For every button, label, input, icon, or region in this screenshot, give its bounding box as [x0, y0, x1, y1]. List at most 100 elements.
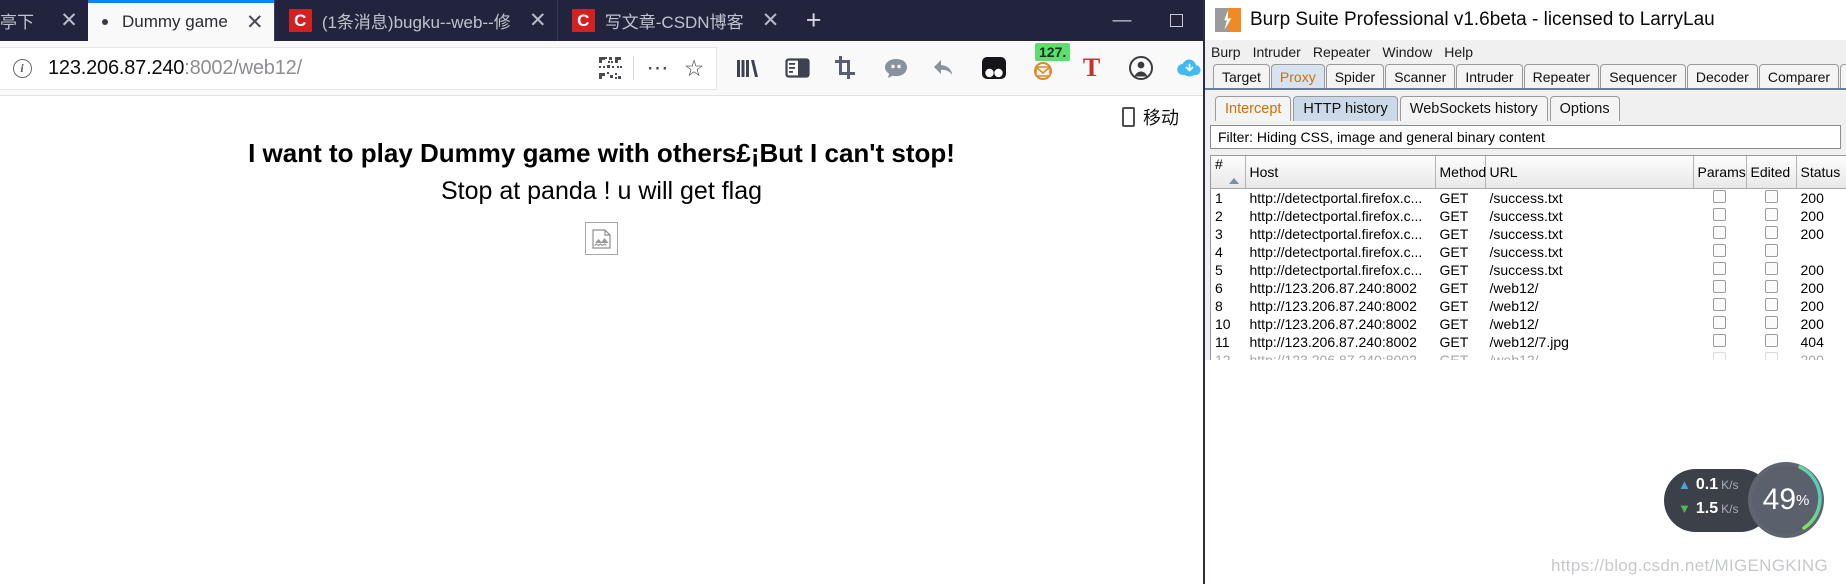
table-row[interactable]: 10 http://123.206.87.240:8002 GET /web12…: [1211, 315, 1846, 333]
cell-params[interactable]: [1693, 225, 1746, 243]
table-row[interactable]: 1 http://detectportal.firefox.c... GET /…: [1211, 189, 1846, 207]
menu-item-intruder[interactable]: Intruder: [1253, 44, 1301, 60]
filter-bar[interactable]: Filter: Hiding CSS, image and general bi…: [1210, 125, 1841, 149]
tab-scanner[interactable]: Scanner: [1385, 64, 1456, 88]
checkbox-unchecked-icon[interactable]: [1764, 207, 1778, 221]
cell-params[interactable]: [1693, 261, 1746, 279]
text-tool-icon[interactable]: T: [1078, 55, 1105, 82]
tab-comparer[interactable]: Comparer: [1758, 64, 1840, 88]
table-row[interactable]: 6 http://123.206.87.240:8002 GET /web12/…: [1211, 279, 1846, 297]
undo-arrow-icon[interactable]: [931, 55, 958, 82]
menu-item-repeater[interactable]: Repeater: [1313, 44, 1371, 60]
checkbox-unchecked-icon[interactable]: [1764, 333, 1778, 347]
column-header-url[interactable]: URL: [1485, 156, 1694, 189]
cell-params[interactable]: [1693, 243, 1746, 261]
checkbox-unchecked-icon[interactable]: [1764, 297, 1778, 311]
cell-params[interactable]: [1693, 279, 1746, 297]
column-header-host[interactable]: Host: [1245, 156, 1436, 189]
checkbox-unchecked-icon[interactable]: [1713, 279, 1726, 293]
close-icon[interactable]: ✕: [56, 8, 82, 34]
broken-image-placeholder[interactable]: [585, 222, 618, 255]
chat-bubble-icon[interactable]: [882, 55, 909, 82]
cell-edited[interactable]: [1746, 315, 1796, 333]
screenshot-crop-icon[interactable]: [833, 55, 860, 82]
cell-edited[interactable]: [1746, 297, 1796, 315]
cell-params[interactable]: [1693, 297, 1746, 315]
checkbox-unchecked-icon[interactable]: [1713, 333, 1726, 347]
bookmark-star-icon[interactable]: ☆: [680, 55, 708, 82]
tab-intruder[interactable]: Intruder: [1456, 64, 1523, 88]
subtab-websockets-history[interactable]: WebSockets history: [1399, 96, 1548, 121]
page-info-icon[interactable]: i: [10, 56, 34, 80]
checkbox-unchecked-icon[interactable]: [1713, 315, 1726, 329]
cpu-usage-dial[interactable]: 49 %: [1748, 462, 1824, 538]
column-header-method[interactable]: Method: [1435, 156, 1486, 189]
tab-sequencer[interactable]: Sequencer: [1600, 64, 1686, 88]
cell-params[interactable]: [1693, 207, 1746, 225]
menu-item-burp[interactable]: Burp: [1211, 44, 1241, 60]
column-header-status[interactable]: Status: [1796, 156, 1846, 189]
table-row[interactable]: 4 http://detectportal.firefox.c... GET /…: [1211, 243, 1846, 261]
tab-target[interactable]: Target: [1213, 64, 1270, 88]
cell-edited[interactable]: [1746, 243, 1796, 261]
table-row[interactable]: 3 http://detectportal.firefox.c... GET /…: [1211, 225, 1846, 243]
library-icon[interactable]: [735, 55, 762, 82]
checkbox-unchecked-icon[interactable]: [1713, 243, 1726, 257]
minimize-button[interactable]: —: [1095, 0, 1149, 41]
checkbox-unchecked-icon[interactable]: [1764, 225, 1778, 239]
tab-extender[interactable]: Extender: [1840, 64, 1846, 88]
checkbox-unchecked-icon[interactable]: [1764, 243, 1778, 257]
subtab-intercept[interactable]: Intercept: [1215, 96, 1292, 121]
checkbox-unchecked-icon[interactable]: [1713, 225, 1726, 239]
cell-params[interactable]: [1693, 315, 1746, 333]
column-header-num[interactable]: #: [1211, 156, 1246, 189]
menu-item-window[interactable]: Window: [1382, 44, 1432, 60]
checkbox-unchecked-icon[interactable]: [1764, 189, 1778, 203]
browser-tab-1[interactable]: Dummy game ✕: [88, 0, 274, 41]
browser-tab-0[interactable]: 亭下: [0, 0, 42, 41]
mobile-view-indicator[interactable]: 移动: [1122, 104, 1179, 130]
cell-edited[interactable]: [1746, 279, 1796, 297]
cell-edited[interactable]: [1746, 207, 1796, 225]
mail-notifier-icon[interactable]: 127.: [1029, 42, 1071, 82]
tab-spider[interactable]: Spider: [1325, 64, 1385, 88]
cell-params[interactable]: [1693, 333, 1746, 351]
close-icon[interactable]: ✕: [525, 8, 551, 34]
cell-edited[interactable]: [1746, 225, 1796, 243]
table-row[interactable]: 5 http://detectportal.firefox.c... GET /…: [1211, 261, 1846, 279]
checkbox-unchecked-icon[interactable]: [1764, 315, 1778, 329]
checkbox-unchecked-icon[interactable]: [1713, 297, 1726, 311]
checkbox-unchecked-icon[interactable]: [1713, 207, 1726, 221]
tab-proxy[interactable]: Proxy: [1270, 64, 1325, 88]
browser-tab-2[interactable]: C (1条消息)bugku--web--修 ✕: [273, 0, 557, 41]
qr-code-icon[interactable]: [597, 55, 623, 81]
browser-tab-3[interactable]: C 写文章-CSDN博客 ✕: [556, 0, 790, 41]
checkbox-unchecked-icon[interactable]: [1713, 189, 1726, 203]
table-row[interactable]: 2 http://detectportal.firefox.c... GET /…: [1211, 207, 1846, 225]
subtab-http-history[interactable]: HTTP history: [1293, 96, 1398, 121]
checkbox-unchecked-icon[interactable]: [1764, 261, 1778, 275]
column-header-params[interactable]: Params: [1693, 156, 1747, 189]
cell-edited[interactable]: [1746, 261, 1796, 279]
account-icon[interactable]: [1127, 55, 1154, 82]
pocket-icon[interactable]: [980, 55, 1007, 82]
reader-sidebar-icon[interactable]: [784, 55, 811, 82]
table-row[interactable]: 8 http://123.206.87.240:8002 GET /web12/…: [1211, 297, 1846, 315]
browser-tab-0-close[interactable]: ✕: [42, 0, 88, 41]
tab-decoder[interactable]: Decoder: [1686, 64, 1758, 88]
tab-repeater[interactable]: Repeater: [1523, 64, 1600, 88]
column-header-edited[interactable]: Edited: [1746, 156, 1797, 189]
download-cloud-icon[interactable]: [1176, 55, 1203, 82]
close-icon[interactable]: ✕: [758, 8, 784, 34]
cell-edited[interactable]: [1746, 189, 1796, 207]
subtab-options[interactable]: Options: [1549, 96, 1620, 121]
checkbox-unchecked-icon[interactable]: [1764, 279, 1778, 293]
menu-item-help[interactable]: Help: [1444, 44, 1473, 60]
page-actions-dots-icon[interactable]: ⋯: [644, 55, 672, 81]
network-speed-widget[interactable]: ▲ 0.1 K/s ▼ 1.5 K/s 49 %: [1664, 462, 1824, 538]
url-bar[interactable]: i 123.206.87.240:8002/web12/ ⋯ ☆: [0, 46, 717, 90]
new-tab-button[interactable]: +: [790, 0, 838, 41]
cell-edited[interactable]: [1746, 333, 1796, 351]
cell-params[interactable]: [1693, 189, 1746, 207]
maximize-button[interactable]: [1149, 0, 1203, 41]
